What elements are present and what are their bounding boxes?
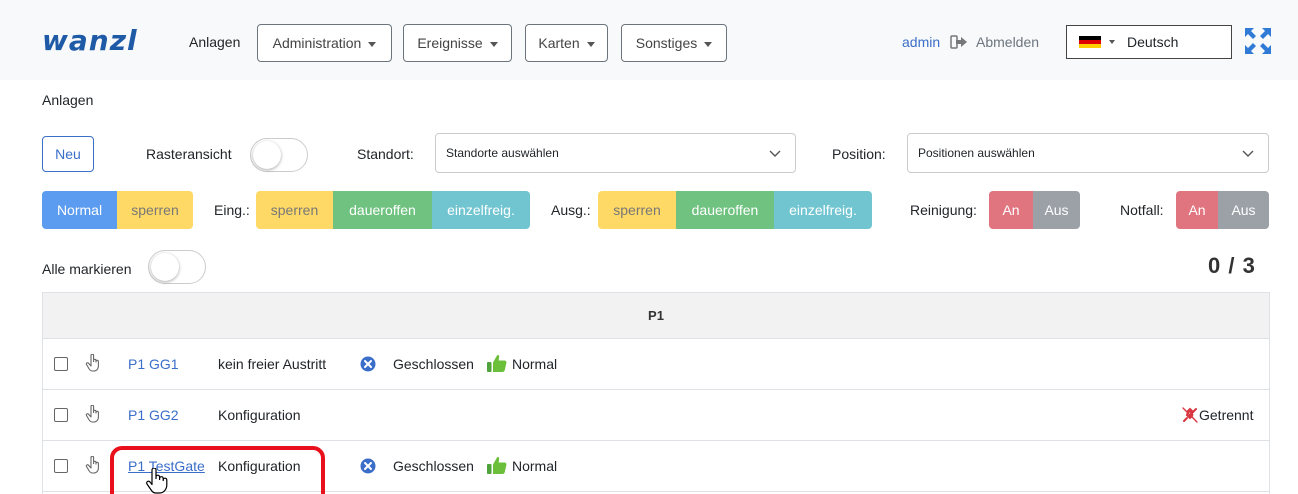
- exit-label: Ausg.:: [551, 202, 591, 218]
- row-checkbox[interactable]: [54, 459, 68, 473]
- position-select[interactable]: Positionen auswählen: [907, 133, 1269, 173]
- entry-label: Eing.:: [214, 202, 250, 218]
- grid-view-toggle[interactable]: [250, 138, 308, 172]
- entry-permanent-open-button[interactable]: daueroffen: [333, 191, 432, 229]
- nav-menu-label: Sonstiges: [635, 35, 698, 51]
- location-label: Standort:: [357, 146, 414, 162]
- caret-down-icon: [489, 41, 498, 47]
- exit-single-release-button[interactable]: einzelfreig.: [774, 191, 872, 229]
- brand-logo[interactable]: wanzl: [42, 24, 138, 57]
- caret-down-icon: [1109, 40, 1115, 44]
- navbar: wanzl Anlagen Administration Ereignisse …: [0, 0, 1298, 80]
- nav-menu-sonstiges[interactable]: Sonstiges: [621, 24, 727, 62]
- sign-out-icon[interactable]: [950, 35, 968, 49]
- connection-status: Getrennt: [1199, 407, 1254, 423]
- chevron-down-icon: [769, 150, 781, 157]
- table-row: P1 GG1 kein freier Austritt Geschlossen …: [43, 339, 1269, 390]
- hand-pointer-icon[interactable]: [85, 456, 101, 474]
- caret-down-icon: [586, 41, 595, 47]
- nav-menu-label: Ereignisse: [417, 35, 483, 51]
- nav-menu-administration[interactable]: Administration: [257, 24, 392, 62]
- position-placeholder: Positionen auswählen: [918, 146, 1035, 160]
- entry-lock-button[interactable]: sperren: [256, 191, 333, 229]
- expand-arrows-icon[interactable]: [1243, 26, 1273, 56]
- cleaning-off-button[interactable]: Aus: [1033, 191, 1080, 229]
- german-flag-icon: [1079, 35, 1101, 49]
- caret-down-icon: [368, 41, 377, 47]
- gate-description: kein freier Austritt: [218, 356, 327, 372]
- mode-button-group: Normal sperren: [42, 191, 193, 229]
- thumbs-up-icon: [487, 456, 507, 474]
- select-all-label: Alle markieren: [42, 261, 132, 277]
- user-link[interactable]: admin: [902, 34, 940, 50]
- new-button[interactable]: Neu: [42, 136, 94, 172]
- exit-permanent-open-button[interactable]: daueroffen: [676, 191, 774, 229]
- emergency-label: Notfall:: [1120, 202, 1164, 218]
- cleaning-on-button[interactable]: An: [989, 191, 1033, 229]
- selection-counter: 0 / 3: [1208, 253, 1256, 278]
- nav-menu-label: Karten: [538, 35, 580, 51]
- location-select[interactable]: Standorte auswählen: [435, 133, 796, 173]
- highlight-annotation: [110, 446, 325, 494]
- emergency-off-button[interactable]: Aus: [1218, 191, 1269, 229]
- table-group-header: P1: [43, 293, 1269, 339]
- gate-status: Geschlossen: [393, 458, 474, 474]
- times-circle-icon: [360, 458, 376, 474]
- hand-pointer-icon[interactable]: [85, 405, 101, 423]
- row-checkbox[interactable]: [54, 357, 68, 371]
- grid-view-label: Rasteransicht: [146, 146, 232, 162]
- gate-state: Normal: [512, 356, 558, 372]
- language-select[interactable]: Deutsch: [1066, 25, 1232, 59]
- thumbs-up-icon: [487, 354, 507, 372]
- emergency-on-button[interactable]: An: [1176, 191, 1218, 229]
- times-circle-icon: [360, 356, 376, 372]
- gate-state: Normal: [512, 458, 558, 474]
- unplug-icon: [1182, 407, 1198, 423]
- exit-lock-button[interactable]: sperren: [598, 191, 676, 229]
- logout-link[interactable]: Abmelden: [976, 34, 1039, 50]
- language-value: Deutsch: [1127, 34, 1179, 50]
- entry-button-group: sperren daueroffen einzelfreig.: [256, 191, 530, 229]
- entry-single-release-button[interactable]: einzelfreig.: [432, 191, 530, 229]
- caret-down-icon: [704, 41, 713, 47]
- hand-pointer-icon[interactable]: [85, 354, 101, 372]
- location-placeholder: Standorte auswählen: [446, 146, 559, 160]
- normal-button[interactable]: Normal: [42, 191, 117, 229]
- emergency-button-group: An Aus: [1176, 191, 1269, 229]
- cleaning-label: Reinigung:: [910, 202, 977, 218]
- nav-menu-ereignisse[interactable]: Ereignisse: [403, 24, 512, 62]
- hand-cursor-icon: [146, 468, 168, 494]
- chevron-down-icon: [1242, 150, 1254, 157]
- table-row: P1 GG2 Konfiguration Getrennt: [43, 390, 1269, 441]
- cleaning-button-group: An Aus: [989, 191, 1080, 229]
- gate-name-link[interactable]: P1 GG2: [128, 407, 179, 423]
- gate-status: Geschlossen: [393, 356, 474, 372]
- gate-description: Konfiguration: [218, 407, 301, 423]
- nav-menu-label: Administration: [272, 35, 362, 51]
- select-all-toggle[interactable]: [148, 250, 206, 284]
- gate-name-link[interactable]: P1 GG1: [128, 356, 179, 372]
- nav-menu-karten[interactable]: Karten: [525, 24, 608, 62]
- exit-button-group: sperren daueroffen einzelfreig.: [598, 191, 872, 229]
- lock-button[interactable]: sperren: [117, 191, 193, 229]
- position-label: Position:: [832, 146, 886, 162]
- nav-link-anlagen[interactable]: Anlagen: [189, 34, 240, 50]
- row-checkbox[interactable]: [54, 408, 68, 422]
- page-title: Anlagen: [42, 92, 94, 108]
